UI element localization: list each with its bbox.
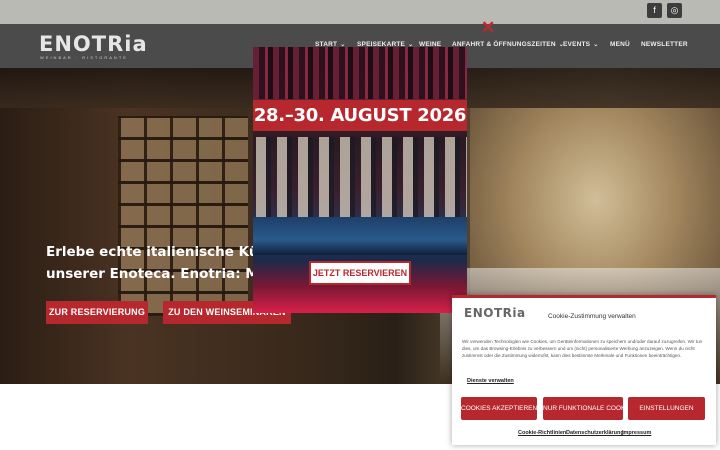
nav-item-newsletter[interactable]: NEWSLETTER xyxy=(641,41,688,48)
accept-cookies-button[interactable]: COOKIES AKZEPTIEREN xyxy=(461,397,537,420)
nav-item-events[interactable]: EVENTS ⌄ xyxy=(563,41,598,48)
privacy-policy-link[interactable]: Datenschutzerklärung xyxy=(566,430,624,436)
facebook-glyph: f xyxy=(653,5,656,15)
cookie-logo: ENOTRia xyxy=(464,306,526,320)
nav-label: MENÜ xyxy=(610,41,630,48)
cookie-settings-button[interactable]: EINSTELLUNGEN xyxy=(628,397,705,420)
shelf-light-image xyxy=(253,217,467,255)
top-bar: f ◎ xyxy=(0,0,720,24)
site-logo[interactable]: ENOTRia xyxy=(39,32,148,56)
wine-bottles-image xyxy=(253,47,467,99)
close-icon[interactable]: ✕ xyxy=(481,19,495,36)
instagram-icon[interactable]: ◎ xyxy=(667,3,682,18)
cookie-policy-link[interactable]: Cookie-Richtlinien xyxy=(518,430,566,436)
cookie-title: Cookie-Zustimmung verwalten xyxy=(548,313,636,320)
reserve-now-button[interactable]: JETZT RESERVIEREN xyxy=(309,261,411,285)
chevron-down-icon: ⌄ xyxy=(593,42,599,48)
nav-label: NEWSLETTER xyxy=(641,41,688,48)
page: f ◎ ENOTRia WEINBAR · RISTORANTE START ⌄ … xyxy=(0,0,720,450)
functional-cookies-button[interactable]: NUR FUNKTIONALE COOKIES xyxy=(543,397,636,420)
wine-bottles-image xyxy=(253,137,467,217)
nav-label: EVENTS xyxy=(563,41,591,48)
manage-services-link[interactable]: Dienste verwalten xyxy=(467,378,514,384)
event-popup: 28.–30. AUGUST 2026 JETZT RESERVIEREN xyxy=(253,47,467,313)
logo-subtitle: WEINBAR · RISTORANTE xyxy=(40,55,128,60)
nav-item-menu[interactable]: MENÜ xyxy=(610,41,630,48)
cookie-consent-dialog: ENOTRia Cookie-Zustimmung verwalten Wir … xyxy=(452,295,716,445)
nav-label: ANFAHRT & ÖFFNUNGSZEITEN xyxy=(452,41,556,48)
event-date-banner: 28.–30. AUGUST 2026 xyxy=(253,100,467,131)
wine-rack-image xyxy=(118,116,248,316)
imprint-link[interactable]: Impressum xyxy=(622,430,651,436)
instagram-glyph: ◎ xyxy=(670,5,679,15)
reservation-button[interactable]: ZUR RESERVIERUNG xyxy=(46,301,148,324)
cookie-description: Wir verwenden Technologien wie Cookies, … xyxy=(462,339,703,358)
nav-item-anfahrt[interactable]: ANFAHRT & ÖFFNUNGSZEITEN ⌄ xyxy=(452,41,564,48)
facebook-icon[interactable]: f xyxy=(647,3,662,18)
hero-line-2-text: unserer Enoteca. Enotria: Mehr xyxy=(46,266,285,282)
